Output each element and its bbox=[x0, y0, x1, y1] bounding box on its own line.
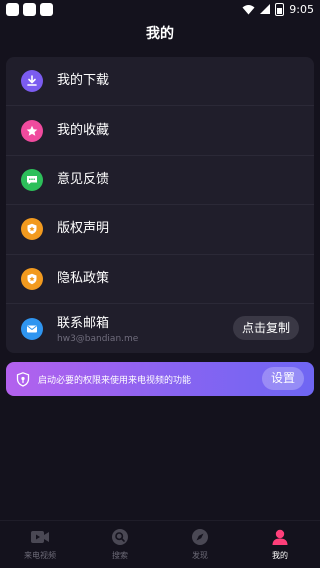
notification-icons bbox=[6, 2, 53, 16]
notification-icon bbox=[6, 2, 19, 16]
tab-label: 我的 bbox=[272, 551, 288, 560]
status-right: 9:05 bbox=[242, 2, 314, 16]
page-title: 我的 bbox=[146, 26, 174, 42]
menu-item-label: 联系邮箱 bbox=[57, 316, 110, 332]
status-time: 9:05 bbox=[289, 2, 314, 16]
menu-item-copyright[interactable]: 版权声明 bbox=[6, 205, 314, 255]
shield-star-icon bbox=[21, 218, 43, 241]
tab-label: 搜索 bbox=[112, 551, 128, 560]
tab-label: 发现 bbox=[192, 551, 208, 560]
menu-item-label: 隐私政策 bbox=[57, 270, 110, 286]
tab-search[interactable]: 搜索 bbox=[80, 521, 160, 568]
menu-item-label: 版权声明 bbox=[57, 221, 110, 237]
menu-item-label: 我的下载 bbox=[57, 73, 110, 89]
download-icon bbox=[21, 70, 43, 93]
status-bar: 9:05 bbox=[0, 0, 320, 18]
menu-item-contact-email: 联系邮箱 hw3@bandian.me 点击复制 bbox=[6, 304, 314, 353]
copy-email-button[interactable]: 点击复制 bbox=[232, 315, 299, 340]
permission-settings-button[interactable]: 设置 bbox=[261, 367, 304, 390]
menu-item-feedback[interactable]: 意见反馈 bbox=[6, 156, 314, 206]
menu-card: 我的下载 我的收藏 意见反馈 版权声明 隐私政策 联系邮箱 hw3@bandia… bbox=[6, 57, 314, 353]
notification-icon bbox=[40, 2, 53, 16]
tab-discover[interactable]: 发现 bbox=[160, 521, 240, 568]
user-icon bbox=[269, 527, 291, 547]
bottom-tab-bar: 来电视频 搜索 发现 我的 bbox=[0, 520, 320, 568]
notification-icon bbox=[23, 2, 36, 16]
menu-item-label: 我的收藏 bbox=[57, 122, 110, 138]
permission-text: 启动必要的权限来使用来电视频的功能 bbox=[38, 375, 192, 386]
tab-label: 来电视频 bbox=[24, 551, 56, 560]
signal-icon bbox=[260, 4, 271, 14]
mail-icon bbox=[21, 317, 43, 340]
video-icon bbox=[29, 527, 51, 547]
tab-mine[interactable]: 我的 bbox=[240, 521, 320, 568]
menu-item-downloads[interactable]: 我的下载 bbox=[6, 57, 314, 107]
contact-email-address: hw3@bandian.me bbox=[57, 334, 139, 345]
star-icon bbox=[21, 119, 43, 142]
chat-icon bbox=[21, 168, 43, 191]
compass-icon bbox=[189, 527, 211, 547]
tab-caller-video[interactable]: 来电视频 bbox=[0, 521, 80, 568]
menu-item-privacy[interactable]: 隐私政策 bbox=[6, 255, 314, 304]
battery-icon bbox=[275, 2, 285, 16]
shield-star-icon bbox=[21, 267, 43, 290]
menu-item-label: 意见反馈 bbox=[57, 171, 110, 187]
shield-check-icon bbox=[16, 371, 30, 387]
permission-banner: 启动必要的权限来使用来电视频的功能 设置 bbox=[6, 362, 314, 396]
wifi-icon bbox=[242, 4, 255, 14]
menu-item-favorites[interactable]: 我的收藏 bbox=[6, 106, 314, 156]
search-icon bbox=[109, 527, 131, 547]
